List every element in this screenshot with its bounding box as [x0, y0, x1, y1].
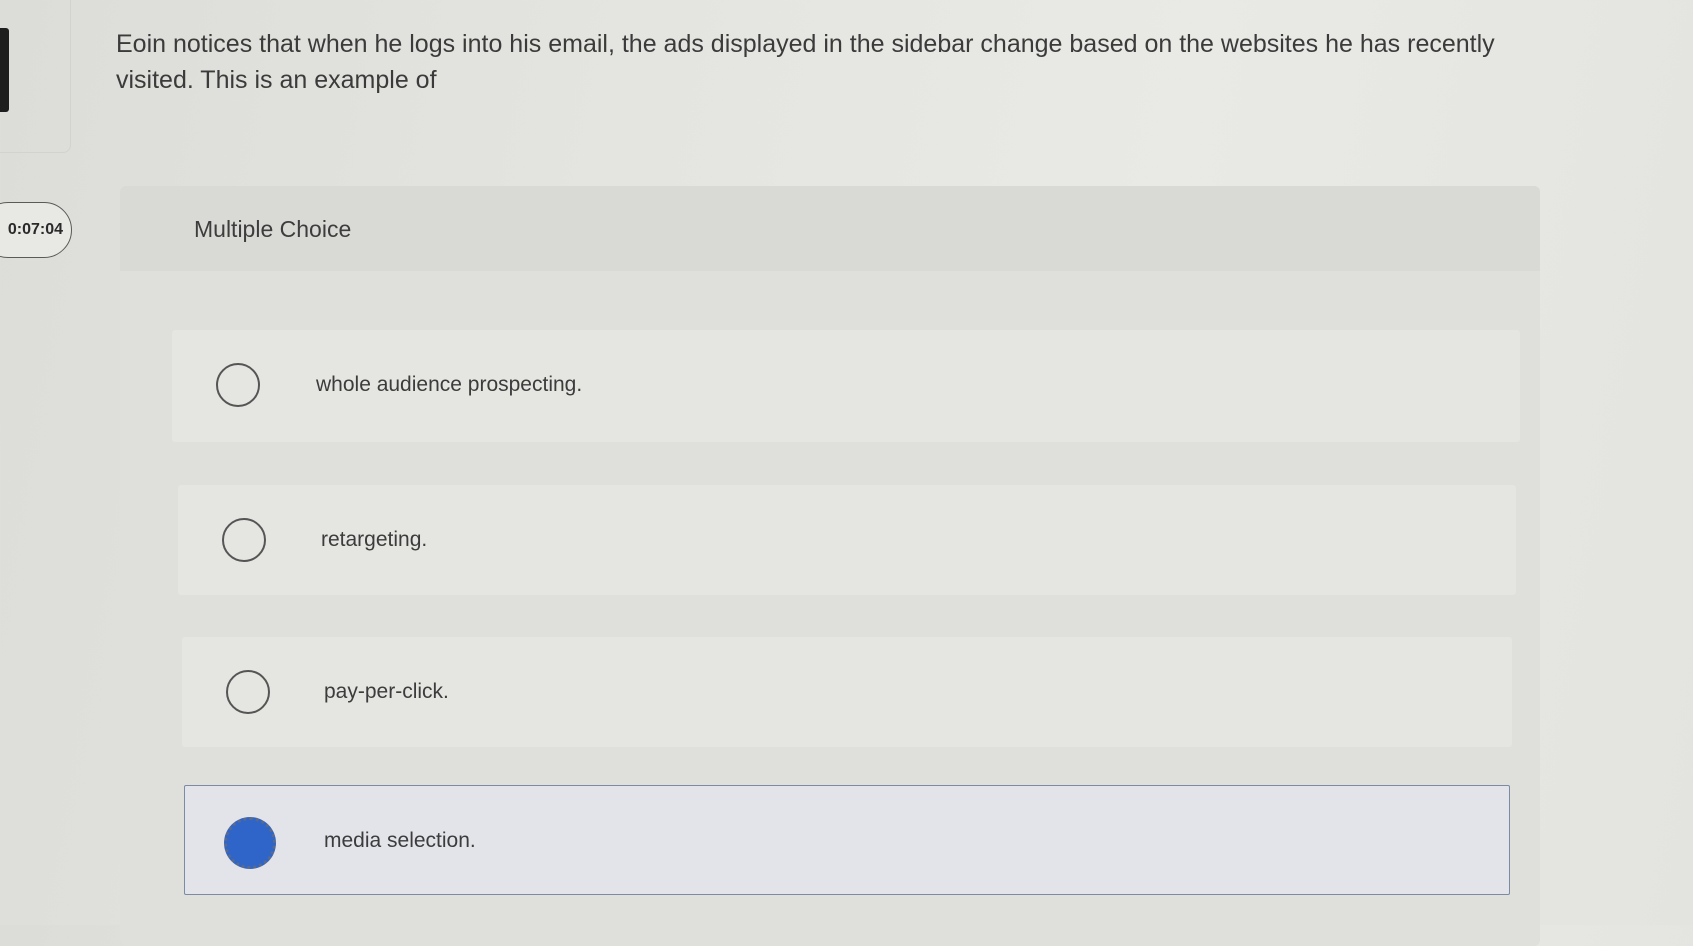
answer-option-1[interactable]: whole audience prospecting.: [172, 330, 1520, 442]
answer-option-4[interactable]: media selection.: [184, 785, 1510, 895]
previous-card-edge: [0, 0, 71, 153]
answer-option-3[interactable]: pay-per-click.: [182, 637, 1512, 747]
multiple-choice-label: Multiple Choice: [194, 216, 352, 242]
radio-button[interactable]: [222, 518, 266, 562]
question-indicator-bar: [0, 28, 9, 112]
timer-value: 0:07:04: [7, 221, 63, 238]
question-text: Eoin notices that when he logs into his …: [116, 30, 1495, 94]
answer-option-2[interactable]: retargeting.: [178, 485, 1516, 595]
answer-option-label: retargeting.: [321, 528, 428, 551]
timer: 0:07:04: [0, 202, 72, 258]
answer-option-label: pay-per-click.: [324, 680, 449, 703]
radio-button[interactable]: [226, 670, 270, 714]
radio-button-selected[interactable]: [224, 817, 276, 869]
radio-button[interactable]: [216, 363, 260, 407]
answer-option-label: whole audience prospecting.: [316, 373, 583, 396]
answer-option-label: media selection.: [324, 829, 476, 852]
